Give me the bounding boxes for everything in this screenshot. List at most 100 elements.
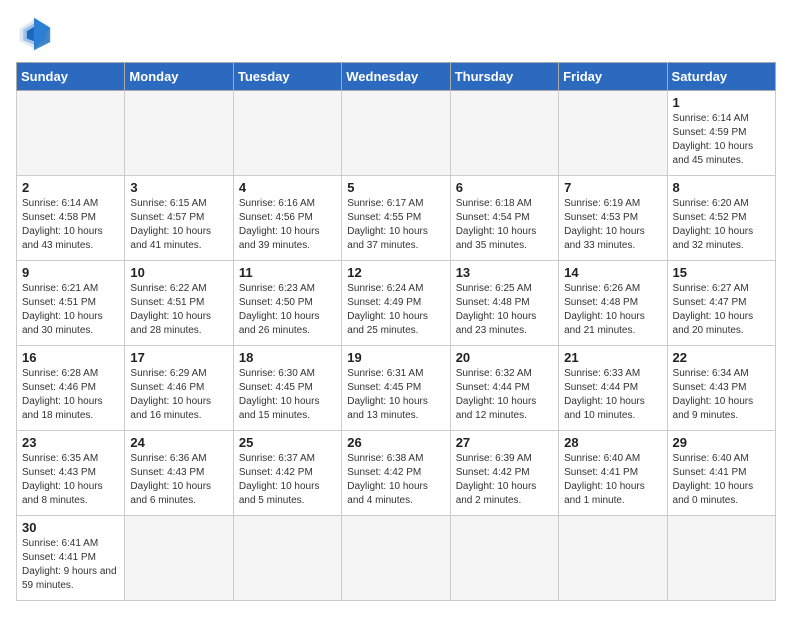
day-info: Sunrise: 6:35 AM Sunset: 4:43 PM Dayligh…: [22, 452, 119, 508]
calendar-cell: 6 Sunrise: 6:18 AM Sunset: 4:54 PM Daylig…: [450, 176, 558, 261]
calendar-cell: [559, 516, 667, 601]
calendar-cell: 17Sunrise: 6:29 AM Sunset: 4:46 PM Dayli…: [125, 346, 233, 431]
day-info: Sunrise: 6:16 AM Sunset: 4:56 PM Dayligh…: [239, 197, 336, 253]
calendar-cell: [450, 516, 558, 601]
days-of-week-row: SundayMondayTuesdayWednesdayThursdayFrid…: [17, 63, 776, 91]
dow-header: Friday: [559, 63, 667, 91]
dow-header: Wednesday: [342, 63, 450, 91]
day-number: 24: [130, 435, 227, 450]
calendar-body: 1 Sunrise: 6:14 AM Sunset: 4:59 PM Daylig…: [17, 91, 776, 601]
calendar-cell: 23 Sunrise: 6:35 AM Sunset: 4:43 PM Dayli…: [17, 431, 125, 516]
week-row: 30 Sunrise: 6:41 AM Sunset: 4:41 PM Dayli…: [17, 516, 776, 601]
day-number: 3: [130, 180, 227, 195]
day-number: 8: [673, 180, 770, 195]
calendar-cell: 26 Sunrise: 6:38 AM Sunset: 4:42 PM Dayli…: [342, 431, 450, 516]
calendar-cell: 25 Sunrise: 6:37 AM Sunset: 4:42 PM Dayli…: [233, 431, 341, 516]
day-number: 9: [22, 265, 119, 280]
calendar-cell: [125, 516, 233, 601]
day-info: Sunrise: 6:34 AM Sunset: 4:43 PM Dayligh…: [673, 367, 770, 423]
calendar-cell: 11Sunrise: 6:23 AM Sunset: 4:50 PM Dayli…: [233, 261, 341, 346]
day-number: 2: [22, 180, 119, 195]
week-row: 9Sunrise: 6:21 AM Sunset: 4:51 PM Daylig…: [17, 261, 776, 346]
day-number: 27: [456, 435, 553, 450]
calendar-cell: 9Sunrise: 6:21 AM Sunset: 4:51 PM Daylig…: [17, 261, 125, 346]
logo-icon: [16, 16, 52, 52]
day-info: Sunrise: 6:41 AM Sunset: 4:41 PM Dayligh…: [22, 537, 119, 593]
day-number: 6: [456, 180, 553, 195]
day-info: Sunrise: 6:29 AM Sunset: 4:46 PM Dayligh…: [130, 367, 227, 423]
calendar-cell: [342, 516, 450, 601]
calendar-cell: 13Sunrise: 6:25 AM Sunset: 4:48 PM Dayli…: [450, 261, 558, 346]
day-info: Sunrise: 6:23 AM Sunset: 4:50 PM Dayligh…: [239, 282, 336, 338]
week-row: 1 Sunrise: 6:14 AM Sunset: 4:59 PM Daylig…: [17, 91, 776, 176]
calendar-cell: 21 Sunrise: 6:33 AM Sunset: 4:44 PM Dayli…: [559, 346, 667, 431]
day-info: Sunrise: 6:15 AM Sunset: 4:57 PM Dayligh…: [130, 197, 227, 253]
dow-header: Saturday: [667, 63, 775, 91]
day-info: Sunrise: 6:14 AM Sunset: 4:58 PM Dayligh…: [22, 197, 119, 253]
calendar-cell: 8 Sunrise: 6:20 AM Sunset: 4:52 PM Daylig…: [667, 176, 775, 261]
day-info: Sunrise: 6:32 AM Sunset: 4:44 PM Dayligh…: [456, 367, 553, 423]
day-number: 18: [239, 350, 336, 365]
day-info: Sunrise: 6:24 AM Sunset: 4:49 PM Dayligh…: [347, 282, 444, 338]
calendar-cell: 22 Sunrise: 6:34 AM Sunset: 4:43 PM Dayli…: [667, 346, 775, 431]
day-info: Sunrise: 6:20 AM Sunset: 4:52 PM Dayligh…: [673, 197, 770, 253]
day-number: 15: [673, 265, 770, 280]
day-number: 5: [347, 180, 444, 195]
day-number: 20: [456, 350, 553, 365]
day-info: Sunrise: 6:14 AM Sunset: 4:59 PM Dayligh…: [673, 112, 770, 168]
day-number: 10: [130, 265, 227, 280]
calendar-cell: 14 Sunrise: 6:26 AM Sunset: 4:48 PM Dayli…: [559, 261, 667, 346]
logo: [16, 16, 58, 52]
day-info: Sunrise: 6:33 AM Sunset: 4:44 PM Dayligh…: [564, 367, 661, 423]
day-number: 13: [456, 265, 553, 280]
calendar-cell: 19Sunrise: 6:31 AM Sunset: 4:45 PM Dayli…: [342, 346, 450, 431]
calendar-cell: [559, 91, 667, 176]
day-number: 22: [673, 350, 770, 365]
calendar-cell: [233, 91, 341, 176]
week-row: 16 Sunrise: 6:28 AM Sunset: 4:46 PM Dayli…: [17, 346, 776, 431]
day-info: Sunrise: 6:18 AM Sunset: 4:54 PM Dayligh…: [456, 197, 553, 253]
day-number: 21: [564, 350, 661, 365]
day-number: 4: [239, 180, 336, 195]
calendar-cell: 28Sunrise: 6:40 AM Sunset: 4:41 PM Dayli…: [559, 431, 667, 516]
calendar-cell: 10Sunrise: 6:22 AM Sunset: 4:51 PM Dayli…: [125, 261, 233, 346]
week-row: 2 Sunrise: 6:14 AM Sunset: 4:58 PM Daylig…: [17, 176, 776, 261]
day-number: 26: [347, 435, 444, 450]
day-number: 25: [239, 435, 336, 450]
calendar-cell: [342, 91, 450, 176]
day-number: 16: [22, 350, 119, 365]
day-info: Sunrise: 6:28 AM Sunset: 4:46 PM Dayligh…: [22, 367, 119, 423]
week-row: 23 Sunrise: 6:35 AM Sunset: 4:43 PM Dayli…: [17, 431, 776, 516]
day-info: Sunrise: 6:40 AM Sunset: 4:41 PM Dayligh…: [673, 452, 770, 508]
calendar-cell: 27 Sunrise: 6:39 AM Sunset: 4:42 PM Dayli…: [450, 431, 558, 516]
day-number: 23: [22, 435, 119, 450]
calendar-cell: 15Sunrise: 6:27 AM Sunset: 4:47 PM Dayli…: [667, 261, 775, 346]
calendar-cell: 20 Sunrise: 6:32 AM Sunset: 4:44 PM Dayli…: [450, 346, 558, 431]
day-info: Sunrise: 6:19 AM Sunset: 4:53 PM Dayligh…: [564, 197, 661, 253]
day-number: 30: [22, 520, 119, 535]
day-number: 1: [673, 95, 770, 110]
day-number: 29: [673, 435, 770, 450]
day-info: Sunrise: 6:39 AM Sunset: 4:42 PM Dayligh…: [456, 452, 553, 508]
day-info: Sunrise: 6:37 AM Sunset: 4:42 PM Dayligh…: [239, 452, 336, 508]
dow-header: Sunday: [17, 63, 125, 91]
day-info: Sunrise: 6:31 AM Sunset: 4:45 PM Dayligh…: [347, 367, 444, 423]
calendar-cell: 5 Sunrise: 6:17 AM Sunset: 4:55 PM Daylig…: [342, 176, 450, 261]
day-number: 28: [564, 435, 661, 450]
day-info: Sunrise: 6:38 AM Sunset: 4:42 PM Dayligh…: [347, 452, 444, 508]
calendar-cell: 1 Sunrise: 6:14 AM Sunset: 4:59 PM Daylig…: [667, 91, 775, 176]
day-info: Sunrise: 6:17 AM Sunset: 4:55 PM Dayligh…: [347, 197, 444, 253]
calendar-cell: 29 Sunrise: 6:40 AM Sunset: 4:41 PM Dayli…: [667, 431, 775, 516]
calendar-cell: [233, 516, 341, 601]
day-info: Sunrise: 6:30 AM Sunset: 4:45 PM Dayligh…: [239, 367, 336, 423]
day-info: Sunrise: 6:36 AM Sunset: 4:43 PM Dayligh…: [130, 452, 227, 508]
calendar-cell: [667, 516, 775, 601]
day-number: 14: [564, 265, 661, 280]
calendar-cell: 30 Sunrise: 6:41 AM Sunset: 4:41 PM Dayli…: [17, 516, 125, 601]
day-number: 7: [564, 180, 661, 195]
calendar-cell: 16 Sunrise: 6:28 AM Sunset: 4:46 PM Dayli…: [17, 346, 125, 431]
day-info: Sunrise: 6:26 AM Sunset: 4:48 PM Dayligh…: [564, 282, 661, 338]
calendar-cell: [125, 91, 233, 176]
calendar-cell: 18 Sunrise: 6:30 AM Sunset: 4:45 PM Dayli…: [233, 346, 341, 431]
calendar-cell: 4 Sunrise: 6:16 AM Sunset: 4:56 PM Daylig…: [233, 176, 341, 261]
